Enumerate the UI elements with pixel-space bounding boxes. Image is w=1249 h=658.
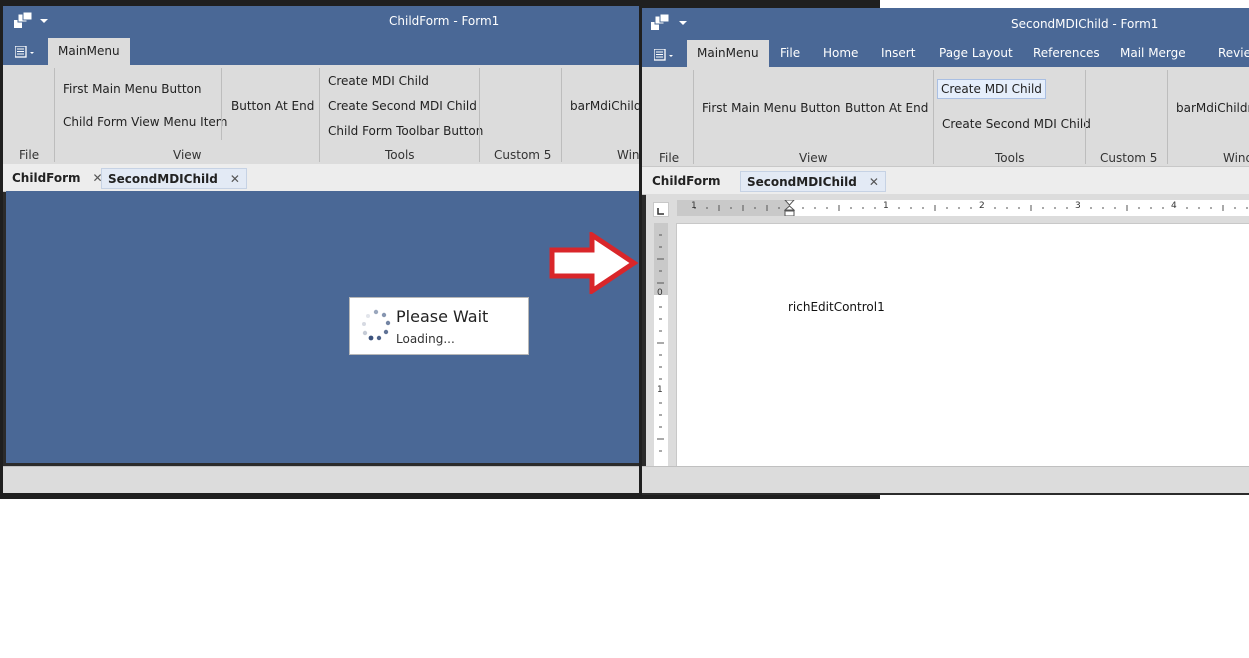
doc-tab-childform[interactable]: ChildForm ✕ xyxy=(6,168,109,189)
doc-tab-secondmdichild[interactable]: SecondMDIChild ✕ xyxy=(740,171,886,192)
wait-title: Please Wait xyxy=(396,307,489,326)
window-title: SecondMDIChild - Form1 xyxy=(1011,17,1159,31)
ruler-ticks xyxy=(694,205,1248,211)
tab-page-layout[interactable]: Page Layout xyxy=(929,40,1023,67)
ruler-number: 0 xyxy=(657,288,663,298)
title-bar[interactable]: ChildForm - Form1 xyxy=(3,6,639,38)
document-tab-strip: ChildForm SecondMDIChild ✕ xyxy=(642,167,1249,195)
bar-mdi-children-button[interactable]: barMdiChildren xyxy=(1176,101,1249,115)
document-tab-strip: ChildForm ✕ SecondMDIChild ✕ xyxy=(3,164,639,192)
app-window-icon[interactable] xyxy=(13,11,35,31)
status-bar xyxy=(642,466,1249,493)
ruler-number: 2 xyxy=(979,201,985,211)
group-separator xyxy=(54,68,55,162)
group-label-view: View xyxy=(799,151,828,165)
button-at-end[interactable]: Button At End xyxy=(231,99,314,113)
close-icon[interactable]: ✕ xyxy=(230,172,240,186)
bar-mdi-children-button[interactable]: barMdiChildre xyxy=(570,99,639,113)
ribbon-panel: First Main Menu Button Button At End Cre… xyxy=(642,67,1249,167)
button-at-end[interactable]: Button At End xyxy=(845,101,928,115)
app-window-icon[interactable] xyxy=(650,13,672,33)
group-label-custom5: Custom 5 xyxy=(1100,151,1158,165)
group-label-custom5: Custom 5 xyxy=(494,148,552,162)
group-label-tools: Tools xyxy=(385,148,415,162)
tab-mainmenu[interactable]: MainMenu xyxy=(687,40,769,67)
doc-tab-label: ChildForm xyxy=(12,171,81,185)
create-mdi-child-button[interactable]: Create MDI Child xyxy=(328,74,429,88)
ruler-number: 1 xyxy=(657,385,663,395)
vertical-ruler[interactable]: 0 1 xyxy=(654,223,668,466)
create-second-mdi-child-button[interactable]: Create Second MDI Child xyxy=(942,117,1091,131)
window-childform: ChildForm - Form1 MainMenu First Main Me… xyxy=(3,6,639,493)
mdi-client-area: Please Wait Loading... xyxy=(6,191,639,463)
ruler-number: 4 xyxy=(1171,201,1177,211)
window-title: ChildForm - Form1 xyxy=(389,14,500,28)
group-label-tools: Tools xyxy=(995,151,1025,165)
close-icon[interactable]: ✕ xyxy=(869,175,879,189)
group-label-file: File xyxy=(19,148,40,162)
tab-file[interactable]: File xyxy=(770,40,810,67)
chevron-down-icon[interactable] xyxy=(679,21,687,26)
ruler-number: 1 xyxy=(691,201,697,211)
group-separator xyxy=(1085,70,1086,164)
chevron-down-icon[interactable] xyxy=(40,19,48,24)
doc-tab-label: ChildForm xyxy=(652,174,721,188)
first-main-menu-button[interactable]: First Main Menu Button xyxy=(63,82,202,96)
group-label-file: File xyxy=(659,151,680,165)
title-bar[interactable]: SecondMDIChild - Form1 xyxy=(642,8,1249,40)
doc-tab-label: SecondMDIChild xyxy=(747,175,857,189)
ruler-number: 1 xyxy=(883,201,889,211)
tab-home[interactable]: Home xyxy=(813,40,868,67)
group-separator xyxy=(561,68,562,162)
first-main-menu-button[interactable]: First Main Menu Button xyxy=(702,101,841,115)
indent-marker-icon[interactable] xyxy=(784,200,795,216)
group-label-view: View xyxy=(173,148,202,162)
group-separator xyxy=(479,68,480,162)
wait-subtitle: Loading... xyxy=(396,332,455,346)
tab-stop-selector[interactable] xyxy=(653,202,669,217)
status-bar xyxy=(3,466,639,493)
create-mdi-child-button[interactable]: Create MDI Child xyxy=(937,79,1046,99)
group-separator xyxy=(1167,70,1168,164)
tab-stop-icon xyxy=(657,208,664,215)
tab-references[interactable]: References xyxy=(1023,40,1110,67)
doc-tab-secondmdichild[interactable]: SecondMDIChild ✕ xyxy=(101,168,247,189)
rich-edit-control[interactable]: 1 1 2 3 4 0 1 richEditControl1 xyxy=(646,194,1249,467)
create-second-mdi-child-button[interactable]: Create Second MDI Child xyxy=(328,99,477,113)
horizontal-ruler[interactable]: 1 1 2 3 4 xyxy=(677,200,1249,216)
quick-access-menu-icon[interactable] xyxy=(654,49,676,61)
tab-mail-merge[interactable]: Mail Merge xyxy=(1110,40,1196,67)
wait-form: Please Wait Loading... xyxy=(349,297,529,355)
window-secondmdichild: SecondMDIChild - Form1 MainMenu File Hom… xyxy=(642,8,1249,495)
document-page[interactable]: richEditControl1 xyxy=(676,223,1249,467)
tab-insert[interactable]: Insert xyxy=(871,40,925,67)
group-label-windows: Win xyxy=(617,148,639,162)
group-separator xyxy=(221,68,222,140)
child-form-view-menu-item[interactable]: Child Form View Menu Item xyxy=(63,115,228,129)
quick-access-menu-icon[interactable] xyxy=(15,46,37,58)
ruler-number: 3 xyxy=(1075,201,1081,211)
tab-mainmenu[interactable]: MainMenu xyxy=(48,38,130,65)
ribbon-tab-row: MainMenu xyxy=(3,38,639,65)
ribbon-tab-row: MainMenu File Home Insert Page Layout Re… xyxy=(642,40,1249,67)
loading-spinner-icon xyxy=(362,309,391,341)
group-separator xyxy=(319,68,320,162)
doc-tab-childform[interactable]: ChildForm xyxy=(646,171,727,192)
doc-tab-label: SecondMDIChild xyxy=(108,172,218,186)
tab-review[interactable]: Review xyxy=(1208,40,1249,67)
group-separator xyxy=(693,70,694,164)
ribbon-panel: First Main Menu Button Child Form View M… xyxy=(3,65,639,165)
child-form-toolbar-button[interactable]: Child Form Toolbar Button xyxy=(328,124,483,138)
right-arrow-icon xyxy=(549,232,639,294)
ruler-ticks xyxy=(657,234,664,452)
rich-edit-text: richEditControl1 xyxy=(788,300,885,314)
group-separator xyxy=(933,70,934,164)
group-label-windows: Wind xyxy=(1223,151,1249,165)
